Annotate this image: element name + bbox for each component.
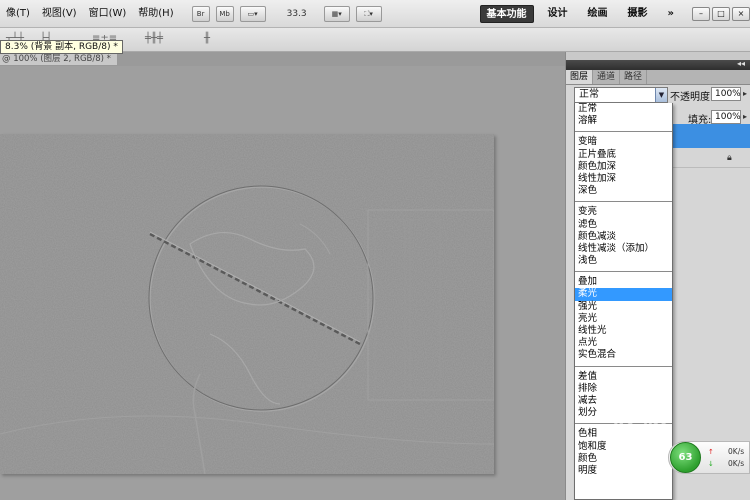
blend-mode-option[interactable]: 柔光 — [575, 288, 672, 301]
blend-mode-option[interactable]: 排除 — [575, 383, 672, 395]
workspace-photography[interactable]: 摄影 — [622, 5, 654, 23]
download-speed: 0K/s — [728, 459, 745, 468]
fill-field[interactable]: 100% — [711, 110, 741, 124]
download-arrow-icon: ↓ — [708, 460, 714, 468]
panel-tabs: 图层 通道 路径 — [566, 70, 750, 85]
blend-mode-option[interactable]: 强光 — [575, 301, 672, 313]
workspace-design[interactable]: 设计 — [542, 5, 574, 23]
network-badge-icon[interactable]: 63 — [670, 442, 701, 473]
blend-mode-option[interactable]: 浅色 — [575, 255, 672, 267]
workspace-essentials[interactable]: 基本功能 — [479, 4, 534, 23]
tab-paths[interactable]: 路径 — [620, 70, 648, 84]
blend-mode-option[interactable]: 滤色 — [575, 219, 672, 231]
opacity-arrow-icon[interactable]: ▸ — [743, 89, 747, 98]
arrange-documents-button[interactable]: ▦▾ — [323, 5, 350, 22]
blend-mode-option[interactable]: 正常 — [575, 103, 672, 115]
screen-mode-button[interactable]: ⛶▾ — [355, 5, 382, 22]
chevron-down-icon[interactable]: ▼ — [655, 88, 667, 102]
menu-help[interactable]: 帮助(H) — [132, 4, 179, 24]
tab-layers[interactable]: 图层 — [566, 70, 594, 84]
opacity-label: 不透明度: — [670, 92, 714, 103]
lock-icon: 🔒︎ — [727, 153, 732, 163]
layer-row-background[interactable] — [673, 148, 750, 168]
upload-arrow-icon: ↑ — [708, 448, 714, 456]
blend-mode-option[interactable]: 点光 — [575, 337, 672, 349]
menu-view[interactable]: 视图(V) — [36, 4, 83, 24]
bridge-button[interactable]: Br — [191, 5, 210, 22]
maximize-icon[interactable]: □ — [712, 6, 730, 21]
blend-mode-option[interactable]: 颜色加深 — [575, 161, 672, 173]
blend-mode-option[interactable]: 线性加深 — [575, 173, 672, 185]
blend-mode-select[interactable]: 正常 ▼ — [574, 87, 668, 103]
blend-mode-option[interactable]: 溶解 — [575, 115, 672, 127]
blend-mode-option[interactable]: 减去 — [575, 395, 672, 407]
opacity-field[interactable]: 100% — [711, 87, 741, 101]
mini-bridge-button[interactable]: Mb — [215, 5, 234, 22]
blend-mode-option[interactable]: 深色 — [575, 185, 672, 197]
dropdown-separator — [575, 201, 672, 203]
blend-mode-option[interactable]: 线性光 — [575, 325, 672, 337]
layer-row-selected[interactable] — [673, 124, 750, 148]
blend-mode-option[interactable]: 明度 — [575, 465, 672, 477]
tab-channels[interactable]: 通道 — [593, 70, 621, 84]
view-extras-button[interactable]: ▭▾ — [239, 5, 266, 22]
blend-mode-option[interactable]: 线性减淡（添加） — [575, 243, 672, 255]
auto-align-icon[interactable]: ╫ — [204, 33, 210, 44]
blend-mode-option[interactable]: 变亮 — [575, 206, 672, 218]
blend-mode-value: 正常 — [579, 89, 599, 100]
blend-mode-option[interactable]: 差值 — [575, 371, 672, 383]
minimize-icon[interactable]: – — [692, 6, 710, 21]
collapse-panel-icon[interactable]: ◂◂ — [737, 59, 745, 68]
menu-bar: 像(T) 视图(V) 窗口(W) 帮助(H) Br Mb ▭▾ 33.3 ▦▾ … — [0, 0, 750, 28]
window-controls: – □ × — [690, 6, 750, 21]
canvas-image[interactable] — [0, 134, 494, 474]
embossed-globe-image — [0, 134, 494, 474]
document-info-tooltip: 8.3% (背景 副本, RGB/8) * — [0, 40, 123, 54]
fill-arrow-icon[interactable]: ▸ — [743, 112, 747, 121]
blend-mode-option[interactable]: 正片叠底 — [575, 149, 672, 161]
blend-mode-option[interactable]: 亮光 — [575, 313, 672, 325]
blend-mode-option[interactable]: 叠加 — [575, 276, 672, 288]
watermark: 经验 — [612, 416, 673, 446]
zoom-level[interactable]: 33.3 — [287, 9, 307, 19]
more-workspaces-button[interactable]: » — [662, 5, 680, 23]
blend-mode-option[interactable]: 颜色 — [575, 453, 672, 465]
blend-mode-option[interactable]: 颜色减淡 — [575, 231, 672, 243]
menu-window[interactable]: 窗口(W) — [83, 4, 133, 24]
dropdown-separator — [575, 365, 672, 367]
close-icon[interactable]: × — [732, 6, 750, 21]
document-tab[interactable]: @ 100% (图层 2, RGB/8) * — [0, 53, 118, 66]
dropdown-separator — [575, 271, 672, 273]
distribute-left-icon[interactable]: ╪╫╪ — [145, 33, 163, 44]
menu-image[interactable]: 像(T) — [0, 4, 36, 24]
dropdown-separator — [575, 131, 672, 133]
upload-speed: 0K/s — [728, 447, 745, 456]
blend-mode-option[interactable]: 变暗 — [575, 136, 672, 148]
panel-header-bar: ◂◂ — [566, 59, 750, 70]
blend-mode-option[interactable]: 实色混合 — [575, 349, 672, 361]
workspace-painting[interactable]: 绘画 — [582, 5, 614, 23]
